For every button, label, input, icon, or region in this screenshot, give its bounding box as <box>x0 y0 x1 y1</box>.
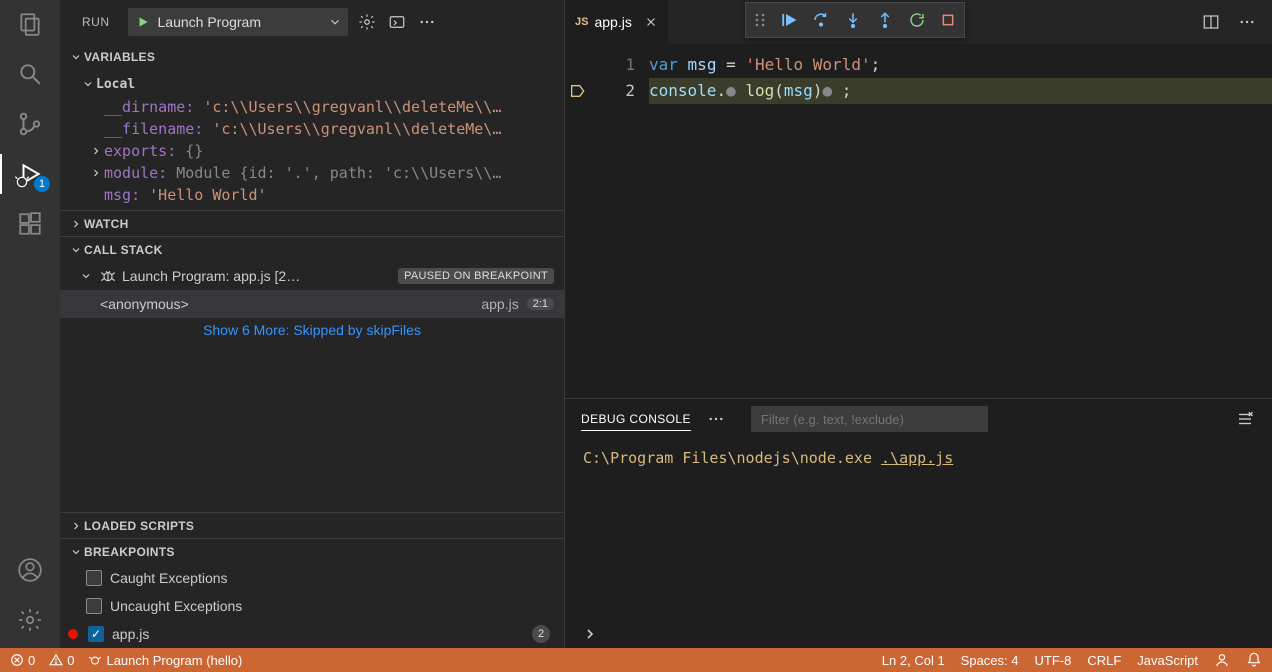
step-over-icon[interactable] <box>812 11 830 29</box>
tab-label: app.js <box>594 14 631 30</box>
source-control-icon[interactable] <box>16 110 44 138</box>
run-debug-icon[interactable]: 1 <box>16 160 44 188</box>
breakpoint-count: 2 <box>532 625 550 643</box>
callstack-session[interactable]: Launch Program: app.js [2… PAUSED ON BRE… <box>60 262 564 290</box>
editor-more-icon[interactable] <box>1236 11 1258 33</box>
debug-badge: 1 <box>34 176 50 192</box>
watch-section-header[interactable]: WATCH <box>60 210 564 236</box>
editor-area: JS app.js <box>565 0 1272 648</box>
more-icon[interactable] <box>416 11 438 33</box>
checkbox[interactable]: ✓ <box>88 626 104 642</box>
clear-console-icon[interactable] <box>1234 408 1256 430</box>
debug-console-input-chevron-icon[interactable] <box>579 623 601 645</box>
bottom-panel: DEBUG CONSOLE C:\Program Files\nodejs\no… <box>565 398 1272 648</box>
debug-console-output: C:\Program Files\nodejs\node.exe .\app.j… <box>565 439 1272 620</box>
step-into-icon[interactable] <box>844 11 862 29</box>
breakpoint-caught-exceptions[interactable]: Caught Exceptions <box>60 564 564 592</box>
continue-icon[interactable] <box>780 11 798 29</box>
split-editor-icon[interactable] <box>1200 11 1222 33</box>
code-editor[interactable]: 1 2 var msg = 'Hello World'; console.● l… <box>565 44 1272 398</box>
run-title: RUN <box>72 15 120 29</box>
variable-row[interactable]: __filename: 'c:\\Users\\gregvanl\\delete… <box>60 118 564 140</box>
code-line-current: console.● log(msg)● ; <box>649 78 1272 104</box>
debug-sidebar: RUN Launch Program <box>60 0 565 648</box>
variable-scope-local[interactable]: Local <box>60 72 564 96</box>
launch-config-select[interactable]: Launch Program <box>128 8 348 36</box>
stack-frame[interactable]: <anonymous> app.js 2:1 <box>60 290 564 318</box>
search-icon[interactable] <box>16 60 44 88</box>
callstack-section-header[interactable]: CALL STACK <box>60 236 564 262</box>
status-eol[interactable]: CRLF <box>1087 653 1121 668</box>
configure-gear-icon[interactable] <box>356 11 378 33</box>
frame-file: app.js <box>481 296 518 312</box>
step-out-icon[interactable] <box>876 11 894 29</box>
activity-bar: 1 <box>0 0 60 648</box>
status-bar: 0 0 Launch Program (hello) Ln 2, Col 1 S… <box>0 648 1272 672</box>
variable-row[interactable]: msg: 'Hello World' <box>60 184 564 206</box>
status-language[interactable]: JavaScript <box>1137 653 1198 668</box>
close-tab-icon[interactable] <box>644 15 658 29</box>
bug-icon <box>100 268 116 284</box>
launch-config-label: Launch Program <box>158 14 320 30</box>
checkbox[interactable] <box>86 570 102 586</box>
pause-status-badge: PAUSED ON BREAKPOINT <box>398 268 554 284</box>
variables-section-header[interactable]: VARIABLES <box>60 44 564 70</box>
restart-icon[interactable] <box>908 11 926 29</box>
feedback-icon[interactable] <box>1214 652 1230 668</box>
settings-gear-icon[interactable] <box>16 606 44 634</box>
show-more-frames[interactable]: Show 6 More: Skipped by skipFiles <box>60 318 564 342</box>
frame-location: 2:1 <box>527 298 554 310</box>
breakpoint-file[interactable]: ✓ app.js 2 <box>60 620 564 648</box>
code-line: var msg = 'Hello World'; <box>649 52 1272 78</box>
status-indentation[interactable]: Spaces: 4 <box>961 653 1019 668</box>
debug-toolbar <box>745 2 965 38</box>
status-warnings[interactable]: 0 <box>49 653 74 668</box>
debug-console-filter-input[interactable] <box>751 406 989 432</box>
stop-icon[interactable] <box>940 12 956 28</box>
loaded-scripts-section-header[interactable]: LOADED SCRIPTS <box>60 512 564 538</box>
explorer-icon[interactable] <box>16 10 44 38</box>
drag-handle-icon[interactable] <box>754 12 766 28</box>
variable-row[interactable]: __dirname: 'c:\\Users\\gregvanl\\deleteM… <box>60 96 564 118</box>
status-launch-program[interactable]: Launch Program (hello) <box>88 653 242 668</box>
extensions-icon[interactable] <box>16 210 44 238</box>
current-breakpoint-icon <box>569 83 585 99</box>
accounts-icon[interactable] <box>16 556 44 584</box>
line-numbers: 1 2 <box>589 44 649 398</box>
variable-row[interactable]: exports: {} <box>60 140 564 162</box>
status-encoding[interactable]: UTF-8 <box>1035 653 1072 668</box>
panel-more-icon[interactable] <box>705 408 727 430</box>
variable-row[interactable]: module: Module {id: '.', path: 'c:\\User… <box>60 162 564 184</box>
breakpoint-uncaught-exceptions[interactable]: Uncaught Exceptions <box>60 592 564 620</box>
js-file-icon: JS <box>575 16 588 28</box>
checkbox[interactable] <box>86 598 102 614</box>
debug-console-toggle-icon[interactable] <box>386 11 408 33</box>
debug-console-tab[interactable]: DEBUG CONSOLE <box>581 408 691 431</box>
breakpoints-section-header[interactable]: BREAKPOINTS <box>60 538 564 564</box>
callstack-session-label: Launch Program: app.js [2… <box>122 268 300 284</box>
breakpoint-dot-icon <box>68 629 78 639</box>
notifications-icon[interactable] <box>1246 652 1262 668</box>
editor-tab[interactable]: JS app.js <box>565 0 669 44</box>
status-cursor-position[interactable]: Ln 2, Col 1 <box>882 653 945 668</box>
frame-function: <anonymous> <box>78 296 189 312</box>
status-errors[interactable]: 0 <box>10 653 35 668</box>
